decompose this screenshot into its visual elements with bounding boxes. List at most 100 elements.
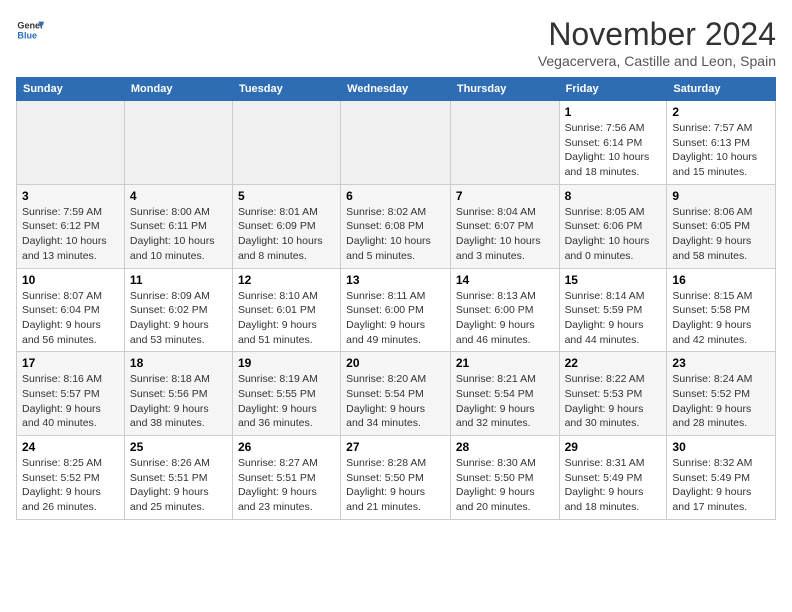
- day-number: 27: [346, 440, 445, 454]
- calendar-cell: 7Sunrise: 8:04 AMSunset: 6:07 PMDaylight…: [450, 184, 559, 268]
- calendar-cell: 16Sunrise: 8:15 AMSunset: 5:58 PMDayligh…: [667, 268, 776, 352]
- day-info: Sunrise: 8:16 AMSunset: 5:57 PMDaylight:…: [22, 372, 119, 431]
- day-info: Sunrise: 8:22 AMSunset: 5:53 PMDaylight:…: [565, 372, 662, 431]
- calendar-cell: 3 Sunrise: 7:59 AMSunset: 6:12 PMDaylight…: [17, 184, 125, 268]
- calendar-cell: 20 Sunrise: 8:20 AMSunset: 5:54 PMDayligh…: [341, 352, 451, 436]
- day-number: 10: [22, 273, 119, 287]
- day-info: Sunrise: 8:28 AMSunset: 5:50 PMDaylight:…: [346, 456, 445, 515]
- day-number: 9: [672, 189, 770, 203]
- day-info: Sunrise: 8:27 AMSunset: 5:51 PMDaylight:…: [238, 456, 335, 515]
- day-info: Sunrise: 8:20 AMSunset: 5:54 PMDaylight:…: [346, 372, 445, 431]
- day-of-week-header: Tuesday: [232, 78, 340, 101]
- calendar-cell: 14 Sunrise: 8:13 AMSunset: 6:00 PMDayligh…: [450, 268, 559, 352]
- day-number: 12: [238, 273, 335, 287]
- day-info: Sunrise: 8:00 AMSunset: 6:11 PMDaylight:…: [130, 205, 227, 264]
- day-number: 17: [22, 356, 119, 370]
- day-info: Sunrise: 8:19 AMSunset: 5:55 PMDaylight:…: [238, 372, 335, 431]
- day-of-week-header: Friday: [559, 78, 667, 101]
- day-number: 14: [456, 273, 554, 287]
- calendar-cell: 1 Sunrise: 7:56 AMSunset: 6:14 PMDaylight…: [559, 101, 667, 185]
- day-number: 20: [346, 356, 445, 370]
- calendar-cell: [341, 101, 451, 185]
- logo: General Blue: [16, 16, 44, 44]
- day-number: 22: [565, 356, 662, 370]
- day-number: 19: [238, 356, 335, 370]
- day-number: 4: [130, 189, 227, 203]
- calendar-week-row: 10 Sunrise: 8:07 AMSunset: 6:04 PMDayligh…: [17, 268, 776, 352]
- day-info: Sunrise: 7:57 AMSunset: 6:13 PMDaylight:…: [672, 121, 770, 180]
- day-info: Sunrise: 8:05 AMSunset: 6:06 PMDaylight:…: [565, 205, 662, 264]
- day-of-week-header: Thursday: [450, 78, 559, 101]
- calendar-cell: [450, 101, 559, 185]
- calendar-cell: 30Sunrise: 8:32 AMSunset: 5:49 PMDayligh…: [667, 436, 776, 520]
- day-info: Sunrise: 8:04 AMSunset: 6:07 PMDaylight:…: [456, 205, 554, 264]
- page-header: General Blue November 2024 Vegacervera, …: [16, 16, 776, 69]
- calendar-cell: 18 Sunrise: 8:18 AMSunset: 5:56 PMDayligh…: [124, 352, 232, 436]
- day-info: Sunrise: 8:13 AMSunset: 6:00 PMDaylight:…: [456, 289, 554, 348]
- day-number: 24: [22, 440, 119, 454]
- day-number: 23: [672, 356, 770, 370]
- calendar-cell: 13Sunrise: 8:11 AMSunset: 6:00 PMDayligh…: [341, 268, 451, 352]
- day-info: Sunrise: 8:10 AMSunset: 6:01 PMDaylight:…: [238, 289, 335, 348]
- calendar-cell: 8Sunrise: 8:05 AMSunset: 6:06 PMDaylight…: [559, 184, 667, 268]
- month-title: November 2024: [538, 16, 776, 53]
- day-info: Sunrise: 8:21 AMSunset: 5:54 PMDaylight:…: [456, 372, 554, 431]
- day-info: Sunrise: 8:09 AMSunset: 6:02 PMDaylight:…: [130, 289, 227, 348]
- day-number: 21: [456, 356, 554, 370]
- day-number: 6: [346, 189, 445, 203]
- calendar-week-row: 17 Sunrise: 8:16 AMSunset: 5:57 PMDayligh…: [17, 352, 776, 436]
- day-number: 1: [565, 105, 662, 119]
- calendar-week-row: 24 Sunrise: 8:25 AMSunset: 5:52 PMDayligh…: [17, 436, 776, 520]
- day-number: 2: [672, 105, 770, 119]
- day-of-week-header: Saturday: [667, 78, 776, 101]
- calendar-cell: 24 Sunrise: 8:25 AMSunset: 5:52 PMDayligh…: [17, 436, 125, 520]
- calendar-cell: 2 Sunrise: 7:57 AMSunset: 6:13 PMDaylight…: [667, 101, 776, 185]
- calendar-week-row: 1 Sunrise: 7:56 AMSunset: 6:14 PMDaylight…: [17, 101, 776, 185]
- svg-text:Blue: Blue: [17, 30, 37, 40]
- day-number: 5: [238, 189, 335, 203]
- calendar-cell: 11Sunrise: 8:09 AMSunset: 6:02 PMDayligh…: [124, 268, 232, 352]
- calendar-cell: 17 Sunrise: 8:16 AMSunset: 5:57 PMDayligh…: [17, 352, 125, 436]
- day-info: Sunrise: 8:32 AMSunset: 5:49 PMDaylight:…: [672, 456, 770, 515]
- day-number: 29: [565, 440, 662, 454]
- day-info: Sunrise: 7:56 AMSunset: 6:14 PMDaylight:…: [565, 121, 662, 180]
- day-info: Sunrise: 8:18 AMSunset: 5:56 PMDaylight:…: [130, 372, 227, 431]
- calendar-week-row: 3 Sunrise: 7:59 AMSunset: 6:12 PMDaylight…: [17, 184, 776, 268]
- calendar-cell: 9 Sunrise: 8:06 AMSunset: 6:05 PMDaylight…: [667, 184, 776, 268]
- day-number: 16: [672, 273, 770, 287]
- day-info: Sunrise: 8:02 AMSunset: 6:08 PMDaylight:…: [346, 205, 445, 264]
- location: Vegacervera, Castille and Leon, Spain: [538, 53, 776, 69]
- day-number: 28: [456, 440, 554, 454]
- calendar-cell: 4 Sunrise: 8:00 AMSunset: 6:11 PMDaylight…: [124, 184, 232, 268]
- day-number: 3: [22, 189, 119, 203]
- day-number: 18: [130, 356, 227, 370]
- day-info: Sunrise: 8:24 AMSunset: 5:52 PMDaylight:…: [672, 372, 770, 431]
- day-of-week-header: Sunday: [17, 78, 125, 101]
- calendar-cell: 5Sunrise: 8:01 AMSunset: 6:09 PMDaylight…: [232, 184, 340, 268]
- day-info: Sunrise: 8:25 AMSunset: 5:52 PMDaylight:…: [22, 456, 119, 515]
- calendar-cell: 6 Sunrise: 8:02 AMSunset: 6:08 PMDaylight…: [341, 184, 451, 268]
- calendar-cell: 10 Sunrise: 8:07 AMSunset: 6:04 PMDayligh…: [17, 268, 125, 352]
- day-number: 13: [346, 273, 445, 287]
- day-info: Sunrise: 8:07 AMSunset: 6:04 PMDaylight:…: [22, 289, 119, 348]
- calendar-cell: 12 Sunrise: 8:10 AMSunset: 6:01 PMDayligh…: [232, 268, 340, 352]
- day-of-week-header: Monday: [124, 78, 232, 101]
- calendar-cell: 19 Sunrise: 8:19 AMSunset: 5:55 PMDayligh…: [232, 352, 340, 436]
- day-info: Sunrise: 8:31 AMSunset: 5:49 PMDaylight:…: [565, 456, 662, 515]
- calendar-cell: 15 Sunrise: 8:14 AMSunset: 5:59 PMDayligh…: [559, 268, 667, 352]
- calendar-cell: 29 Sunrise: 8:31 AMSunset: 5:49 PMDayligh…: [559, 436, 667, 520]
- calendar-table: SundayMondayTuesdayWednesdayThursdayFrid…: [16, 77, 776, 520]
- calendar-cell: 22 Sunrise: 8:22 AMSunset: 5:53 PMDayligh…: [559, 352, 667, 436]
- calendar-cell: 26 Sunrise: 8:27 AMSunset: 5:51 PMDayligh…: [232, 436, 340, 520]
- calendar-cell: 21 Sunrise: 8:21 AMSunset: 5:54 PMDayligh…: [450, 352, 559, 436]
- calendar-cell: [232, 101, 340, 185]
- day-info: Sunrise: 8:30 AMSunset: 5:50 PMDaylight:…: [456, 456, 554, 515]
- title-block: November 2024 Vegacervera, Castille and …: [538, 16, 776, 69]
- day-info: Sunrise: 8:06 AMSunset: 6:05 PMDaylight:…: [672, 205, 770, 264]
- calendar-cell: [124, 101, 232, 185]
- day-info: Sunrise: 8:14 AMSunset: 5:59 PMDaylight:…: [565, 289, 662, 348]
- calendar-cell: 28 Sunrise: 8:30 AMSunset: 5:50 PMDayligh…: [450, 436, 559, 520]
- day-number: 26: [238, 440, 335, 454]
- day-info: Sunrise: 7:59 AMSunset: 6:12 PMDaylight:…: [22, 205, 119, 264]
- day-number: 15: [565, 273, 662, 287]
